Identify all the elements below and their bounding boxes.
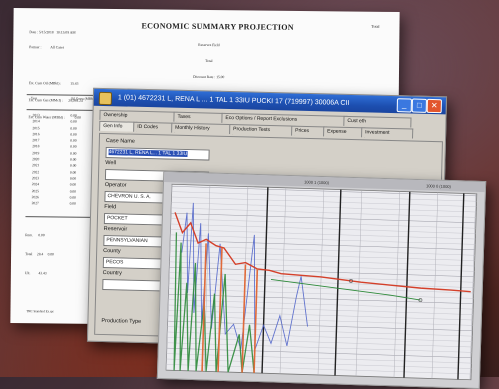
case-name-field[interactable]: 4672231 L, RENA L... 1 TAL 1 33IU [105, 147, 210, 161]
tab-production-tests[interactable]: Production Tests [229, 124, 296, 136]
well-label: Well [105, 160, 116, 167]
report-total-line: Rem. 0.00 [25, 233, 45, 238]
tab-gen-info[interactable]: Gen Info [99, 120, 138, 132]
report-header-right: Total [371, 23, 380, 29]
tab-taxes[interactable]: Taxes [173, 111, 226, 123]
report-sub-line: Total [205, 59, 213, 64]
report-value: 0.00 [70, 119, 77, 124]
report-value: 0.00 [69, 201, 76, 206]
dialog-title: 1 (01) 4672231 L, RENA L ... 1 TAL 1 33I… [117, 94, 350, 107]
country-label: Country [102, 270, 122, 277]
tab-id-codes[interactable]: ID Codes [133, 121, 176, 133]
report-value: 0.00 [69, 189, 77, 194]
report-param: Est. Cum Oil (MBbl) : 15.43 [28, 81, 79, 86]
operator-label: Operator [104, 182, 127, 189]
case-name-value: 4672231 L, RENA L... 1 TAL 1 33IU [108, 149, 188, 158]
tab-cust-eth[interactable]: Cust eth [343, 115, 412, 128]
report-title: ECONOMIC SUMMARY PROJECTION [141, 21, 294, 32]
plot-area [165, 183, 478, 381]
report-header-left: Date : 5/15/2018 10:15:09 AM Partner : A… [29, 20, 76, 60]
report-value: 0.00 [69, 163, 77, 169]
minimize-button[interactable]: _ [396, 98, 412, 113]
report-value: 0.00 [69, 182, 77, 187]
maximize-button[interactable]: □ [411, 98, 427, 113]
report-year: 2021 [31, 163, 40, 168]
plot-top-label-2: 1000 0 (1000) [426, 183, 452, 189]
report-footer: TRC Standard Ex.rpt [26, 309, 54, 314]
report-column-header: Year [30, 96, 37, 101]
reservoir-label: Reservoir [103, 226, 128, 233]
report-total-line: Total 28.4 0.00 [25, 252, 55, 257]
report-year: 2027 [31, 201, 39, 206]
report-partner: Partner : All Cases [29, 45, 65, 50]
report-sub-line: Reserves Field [198, 43, 220, 48]
report-sub-line: Discount Rate : 15.00 [192, 74, 225, 79]
case-name-label: Case Name [105, 138, 135, 145]
report-value: 0.00 [70, 126, 77, 131]
report-value: 0.00 [70, 145, 77, 150]
county-label: County [103, 248, 121, 255]
field-label: Field [104, 204, 117, 211]
report-year: 2024 [31, 182, 40, 187]
report-date: Date : 5/15/2018 10:15:09 AM [29, 30, 76, 35]
report-year: 2018 [32, 144, 40, 149]
close-icon[interactable]: ✕ [426, 98, 442, 114]
report-totals: Rem. 0.00 Total 28.4 0.00 Ult. 43.43 [25, 220, 55, 289]
tab-investment[interactable]: Investment [361, 127, 414, 139]
production-plot-window: 1000 1 (1000) 1000 0 (1000) [156, 170, 487, 389]
plot-top-label-1: 1000 1 (1000) [304, 179, 330, 185]
tab-prices[interactable]: Prices [291, 125, 328, 137]
report-year: 2025 [31, 188, 39, 193]
report-total-line: Ult. 43.43 [24, 270, 47, 275]
report-years: 2013 2014 2015 2016 2017 2018 2019 2020 2021 2022… [32, 112, 40, 207]
tab-expense[interactable]: Expense [323, 126, 366, 138]
report-values: 0.00 0.00 0.00 0.00 0.00 0.00 0.00 0.00 0.00 0.00… [70, 113, 77, 208]
tab-monthly-history[interactable]: Monthly History [171, 122, 234, 135]
report-year: 2014 [32, 119, 40, 124]
app-icon [98, 91, 113, 106]
production-plot[interactable]: 1000 1 (1000) 1000 0 (1000) [158, 172, 486, 388]
tab-ownership[interactable]: Ownership [99, 109, 178, 122]
production-type-label: Production Type [101, 317, 142, 325]
